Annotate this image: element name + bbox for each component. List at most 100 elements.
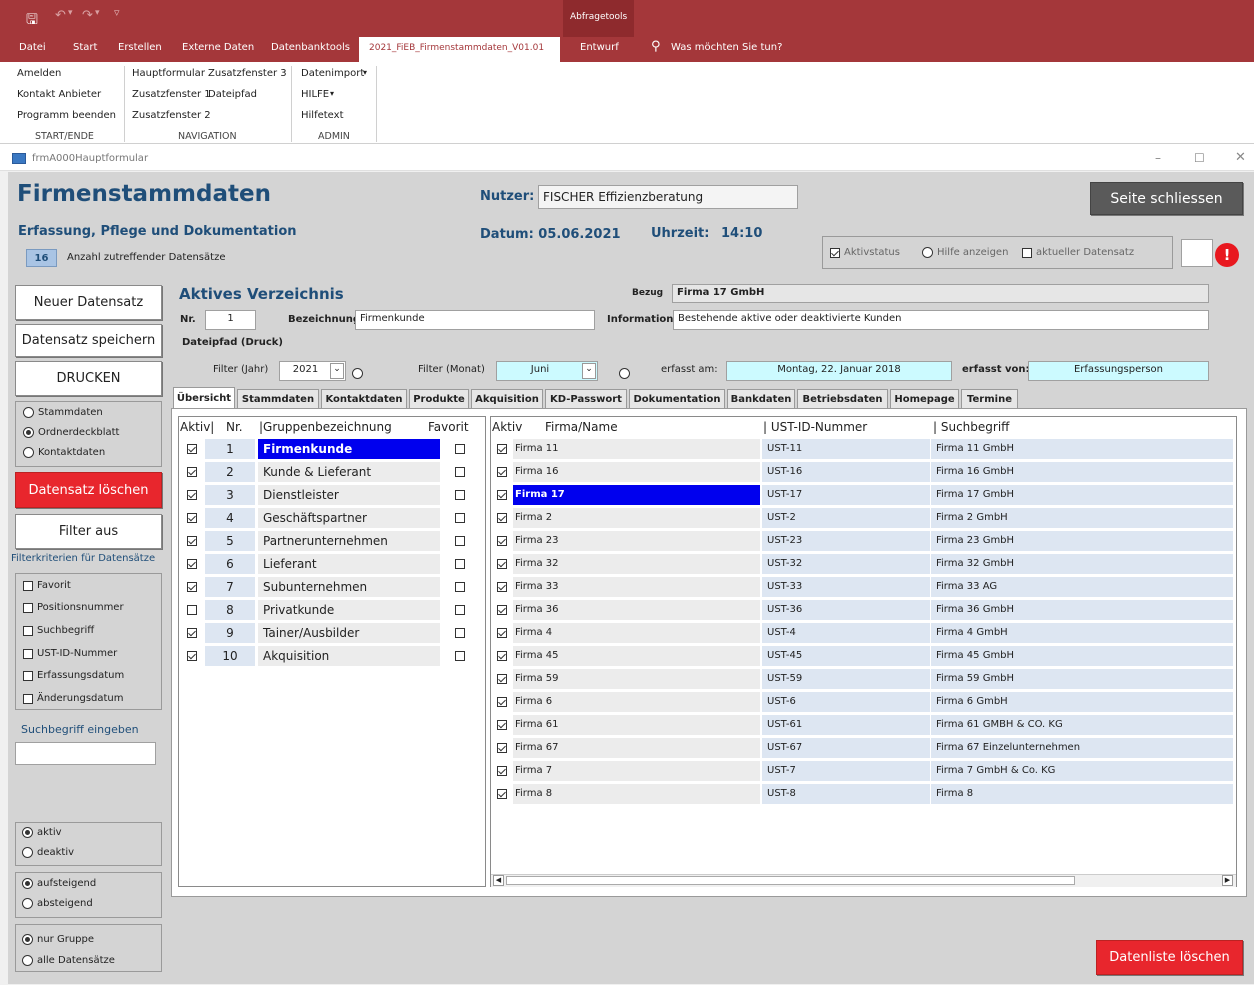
save-icon[interactable]: 🖫 — [26, 9, 38, 33]
favorit-checkbox[interactable] — [455, 512, 465, 523]
filter-monat-radio[interactable] — [618, 367, 630, 379]
filter-ust-id[interactable]: UST-ID-Nummer — [23, 648, 117, 659]
radio-button[interactable] — [23, 447, 34, 458]
firma-cell[interactable]: Firma 45 — [513, 645, 760, 666]
undo-dropdown-icon[interactable]: ▾ — [68, 8, 73, 18]
radio-button[interactable] — [22, 898, 33, 909]
favorit-cell[interactable] — [440, 627, 480, 638]
radio-button[interactable] — [22, 955, 33, 966]
group-name-cell[interactable]: Kunde & Lieferant — [258, 461, 440, 482]
radio-button[interactable] — [23, 407, 34, 418]
aktiv-checkbox[interactable] — [497, 489, 507, 500]
firma-cell[interactable]: Firma 8 — [513, 783, 760, 804]
print-button[interactable]: DRUCKEN — [15, 361, 162, 396]
table-row[interactable]: Firma 36 UST-36 Firma 36 GmbH — [491, 598, 1236, 621]
chevron-down-icon[interactable]: ⌄ — [330, 363, 344, 379]
aktiv-cell[interactable] — [491, 719, 513, 730]
dateipfad-label[interactable]: Dateipfad (Druck) — [182, 337, 283, 348]
menu-entwurf[interactable]: Entwurf — [580, 42, 619, 53]
ribbon-hauptformular[interactable]: Hauptformular — [132, 68, 205, 79]
table-row[interactable]: 1 Firmenkunde — [179, 437, 485, 460]
checkbox[interactable] — [23, 602, 33, 613]
menu-datenbanktools[interactable]: Datenbanktools — [271, 42, 350, 53]
table-row[interactable]: Firma 6 UST-6 Firma 6 GmbH — [491, 690, 1236, 713]
table-row[interactable]: 8 Privatkunde — [179, 598, 485, 621]
group-name-cell[interactable]: Firmenkunde — [258, 438, 440, 459]
aktiv-cell[interactable] — [491, 696, 513, 707]
checkbox[interactable] — [23, 625, 33, 636]
close-page-button[interactable]: Seite schliessen — [1090, 182, 1243, 215]
aktiv-cell[interactable] — [179, 466, 205, 477]
ribbon-zusatzfenster-3[interactable]: Zusatzfenster 3 — [208, 68, 287, 79]
aktiv-checkbox[interactable] — [187, 604, 197, 615]
filter-aenderungsdatum[interactable]: Änderungsdatum — [23, 693, 124, 704]
aktiv-cell[interactable] — [491, 443, 513, 454]
favorit-checkbox[interactable] — [455, 535, 465, 546]
tab-homepage[interactable]: Homepage — [890, 389, 959, 408]
filter-jahr-radio[interactable] — [352, 367, 363, 379]
group-name-cell[interactable]: Akquisition — [258, 645, 440, 666]
table-row[interactable]: Firma 59 UST-59 Firma 59 GmbH — [491, 667, 1236, 690]
aktiv-checkbox[interactable] — [187, 489, 197, 500]
aktiv-cell[interactable] — [179, 535, 205, 546]
firma-cell[interactable]: Firma 4 — [513, 622, 760, 643]
table-row[interactable]: Firma 23 UST-23 Firma 23 GmbH — [491, 529, 1236, 552]
favorit-checkbox[interactable] — [455, 581, 465, 592]
aktiv-cell[interactable] — [179, 627, 205, 638]
tab-akquisition[interactable]: Akquisition — [471, 389, 543, 408]
aktiv-cell[interactable] — [491, 627, 513, 638]
hilfe-option[interactable]: Hilfe anzeigen — [922, 247, 1008, 258]
aktiv-checkbox[interactable] — [187, 558, 197, 569]
group-name-cell[interactable]: Privatkunde — [258, 599, 440, 620]
aktiv-checkbox[interactable] — [187, 535, 197, 546]
favorit-cell[interactable] — [440, 650, 480, 661]
customize-quick-access-icon[interactable]: ▿ — [114, 6, 120, 19]
aktiv-cell[interactable] — [491, 765, 513, 776]
ribbon-hilfetext[interactable]: Hilfetext — [301, 110, 344, 121]
table-row[interactable]: Firma 61 UST-61 Firma 61 GMBH & CO. KG — [491, 713, 1236, 736]
firma-cell[interactable]: Firma 16 — [513, 461, 760, 482]
table-row[interactable]: Firma 4 UST-4 Firma 4 GmbH — [491, 621, 1236, 644]
aktiv-cell[interactable] — [179, 443, 205, 454]
scope-all-option[interactable]: alle Datensätze — [22, 955, 115, 966]
table-row[interactable]: Firma 17 UST-17 Firma 17 GmbH — [491, 483, 1236, 506]
table-row[interactable]: Firma 67 UST-67 Firma 67 Einzelunternehmen — [491, 736, 1236, 759]
group-name-cell[interactable]: Partnerunternehmen — [258, 530, 440, 551]
table-row[interactable]: 5 Partnerunternehmen — [179, 529, 485, 552]
group-name-cell[interactable]: Lieferant — [258, 553, 440, 574]
ribbon-hilfe[interactable]: HILFE — [301, 89, 329, 100]
status-aktiv-option[interactable]: aktiv — [22, 827, 62, 838]
ribbon-zusatzfenster-2[interactable]: Zusatzfenster 2 — [132, 110, 211, 121]
aktiv-cell[interactable] — [179, 581, 205, 592]
menu-datei[interactable]: Datei — [19, 42, 46, 53]
aktiv-checkbox[interactable] — [497, 627, 507, 638]
aktiv-cell[interactable] — [491, 650, 513, 661]
redo-icon[interactable]: ↷ — [82, 8, 93, 23]
firma-cell[interactable]: Firma 67 — [513, 737, 760, 758]
print-option-kontaktdaten[interactable]: Kontaktdaten — [23, 447, 105, 458]
tab-kontaktdaten[interactable]: Kontaktdaten — [321, 389, 407, 408]
tab-termine[interactable]: Termine — [961, 389, 1018, 408]
chevron-down-icon[interactable]: ⌄ — [582, 363, 596, 379]
aktiv-checkbox[interactable] — [187, 466, 197, 477]
tab-bankdaten[interactable]: Bankdaten — [727, 389, 795, 408]
aktiv-cell[interactable] — [179, 604, 205, 615]
status-value-field[interactable] — [1181, 239, 1213, 267]
nr-field[interactable]: 1 — [205, 310, 256, 330]
aktiv-checkbox[interactable] — [497, 466, 507, 477]
minimize-icon[interactable]: – — [1155, 151, 1161, 165]
group-name-cell[interactable]: Dienstleister — [258, 484, 440, 505]
new-record-button[interactable]: Neuer Datensatz — [15, 285, 162, 320]
aktiv-checkbox[interactable] — [497, 742, 507, 753]
delete-data-list-button[interactable]: Datenliste löschen — [1096, 940, 1243, 975]
firma-cell[interactable]: Firma 2 — [513, 507, 760, 528]
warning-icon[interactable]: ! — [1215, 243, 1239, 267]
table-row[interactable]: 7 Subunternehmen — [179, 575, 485, 598]
search-input[interactable] — [15, 742, 156, 765]
aktiv-cell[interactable] — [491, 604, 513, 615]
firma-cell[interactable]: Firma 61 — [513, 714, 760, 735]
firma-cell[interactable]: Firma 59 — [513, 668, 760, 689]
tab-dokumentation[interactable]: Dokumentation — [629, 389, 725, 408]
radio-button[interactable] — [22, 878, 33, 889]
menu-database-tab[interactable]: 2021_FiEB_Firmenstammdaten_V01.01 — [369, 43, 544, 53]
